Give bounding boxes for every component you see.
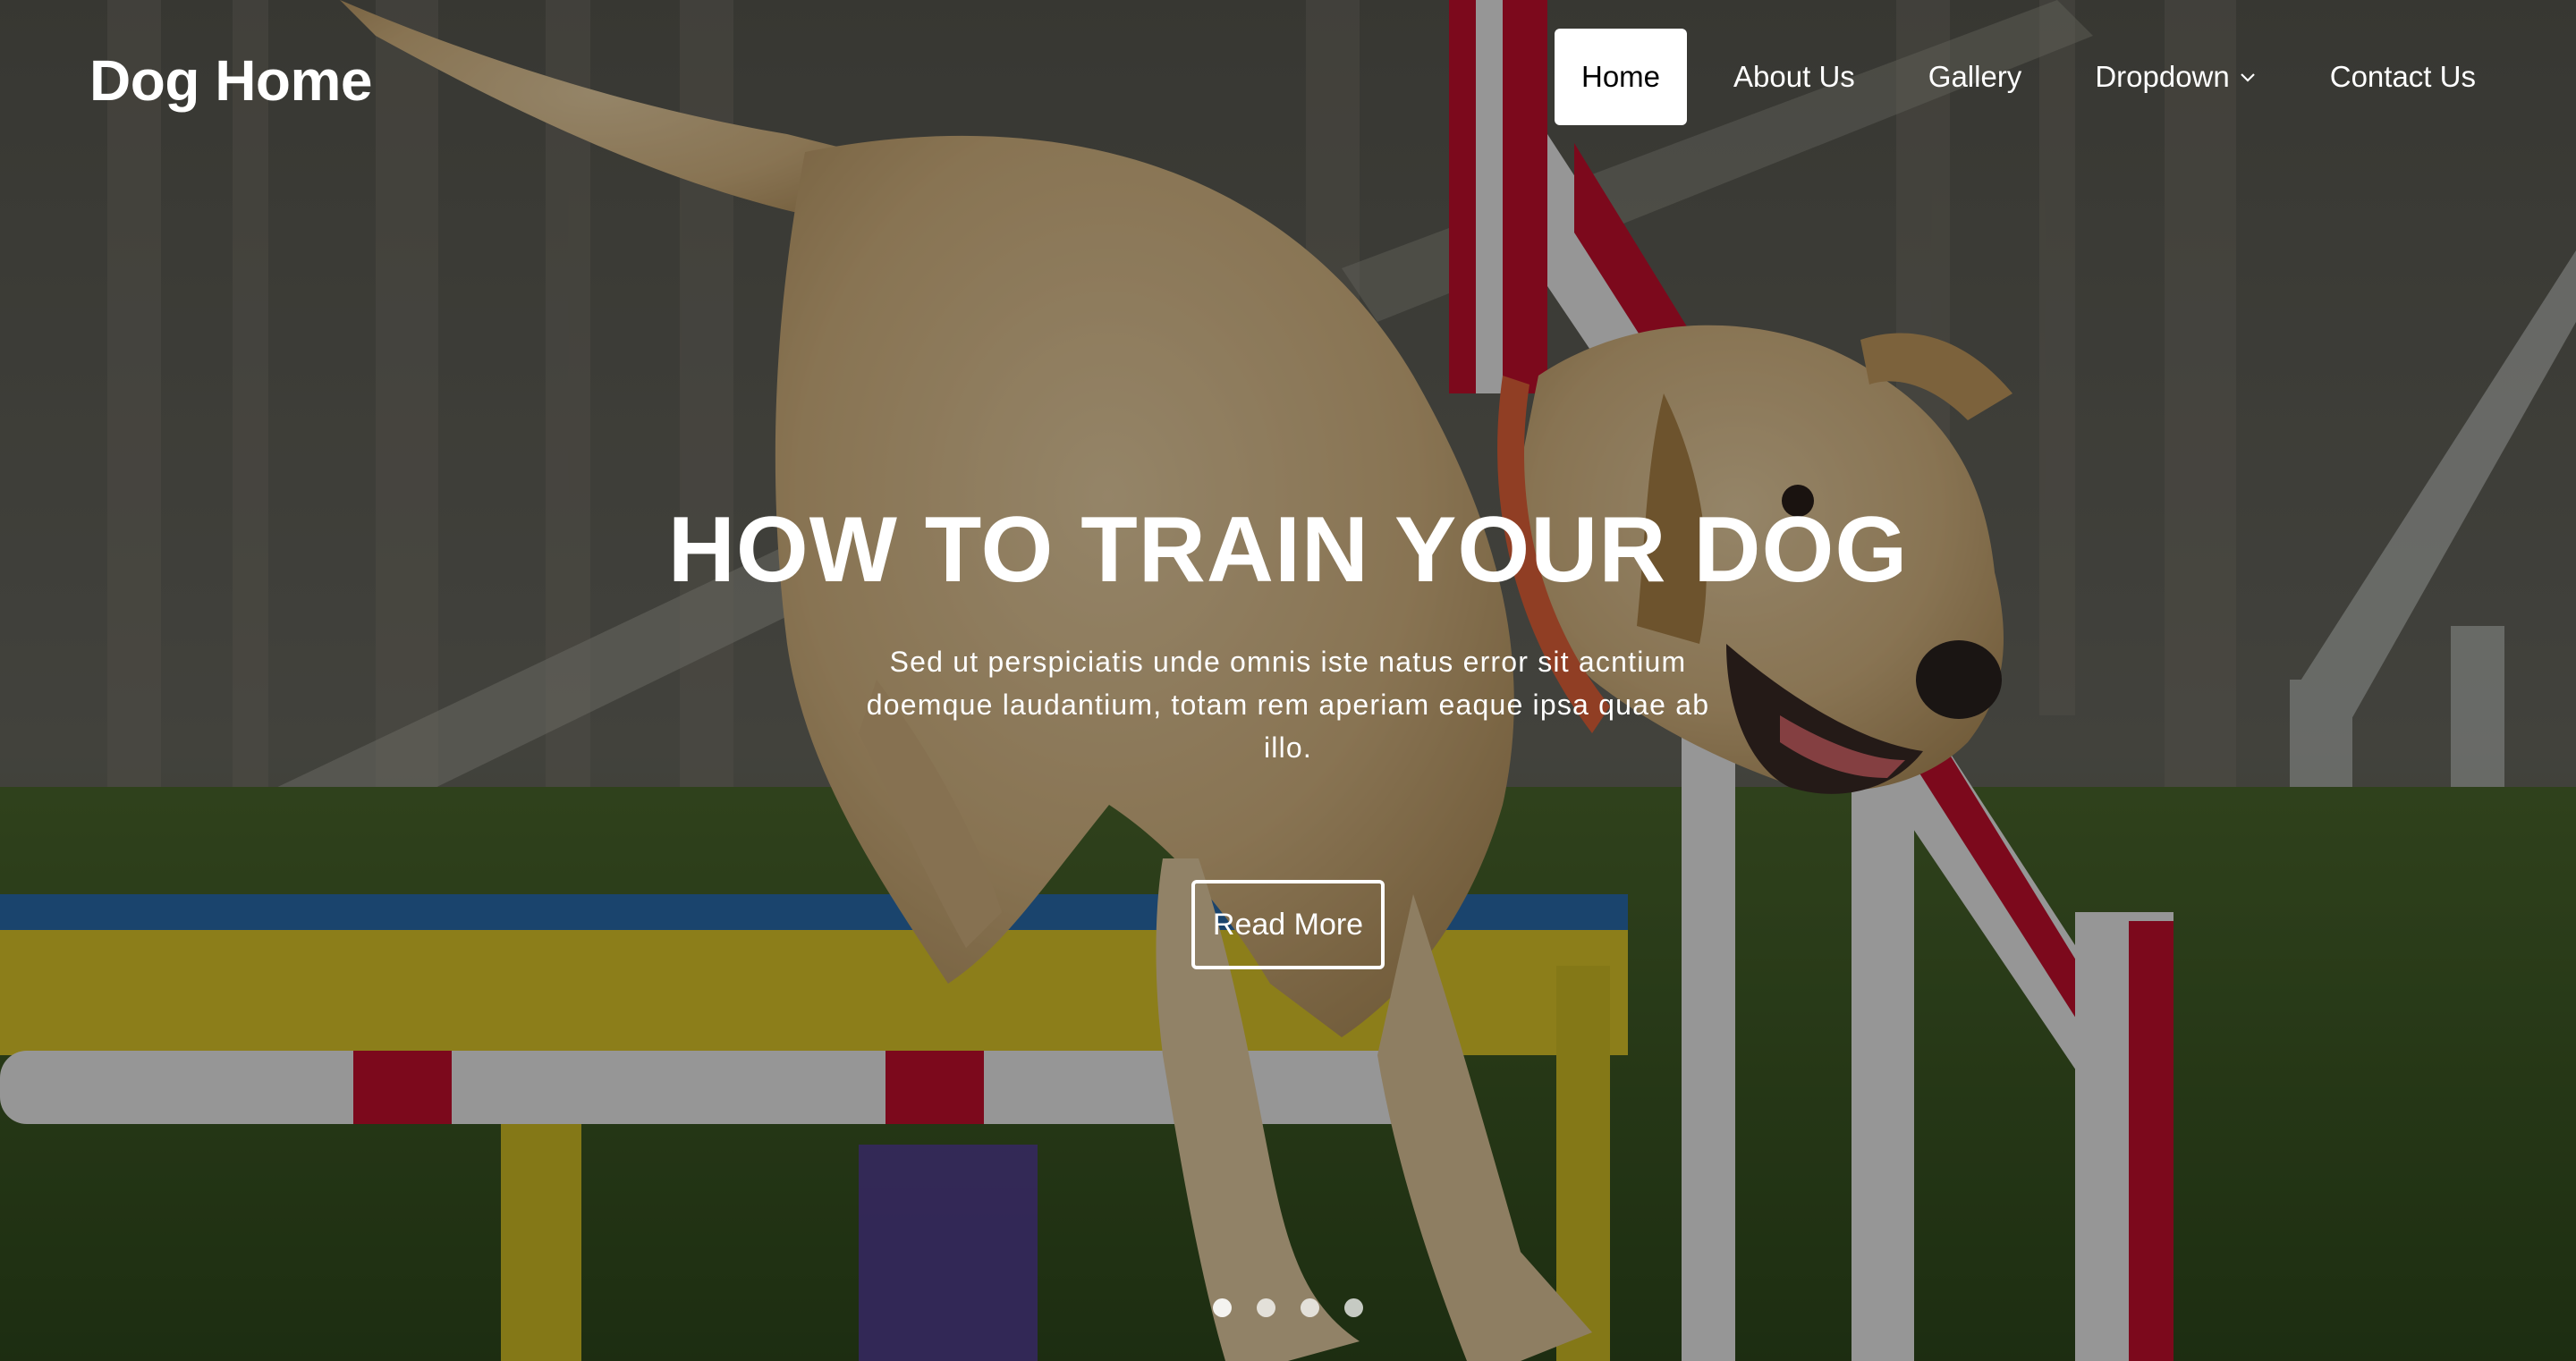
hero-description: Sed ut perspiciatis unde omnis iste natu… — [866, 646, 1710, 764]
carousel-dot-2[interactable] — [1257, 1298, 1275, 1317]
hero-title: HOW TO TRAIN YOUR DOG — [667, 498, 1909, 602]
nav-item-home[interactable]: Home — [1555, 29, 1688, 125]
nav-item-label: Contact Us — [2329, 60, 2476, 93]
read-more-button[interactable]: Read More — [1191, 880, 1385, 969]
nav-item-label: About Us — [1733, 60, 1855, 93]
site-logo[interactable]: Dog Home — [89, 45, 373, 116]
main-nav: Home About Us Gallery Dropdown Contact U… — [1555, 29, 2503, 125]
chevron-down-icon — [2240, 73, 2255, 82]
carousel-dot-1[interactable] — [1213, 1298, 1232, 1317]
nav-item-dropdown[interactable]: Dropdown — [2068, 29, 2283, 125]
nav-item-label: Home — [1581, 60, 1661, 93]
nav-item-label: Gallery — [1928, 60, 2022, 93]
carousel-dot-4[interactable] — [1344, 1298, 1363, 1317]
nav-item-label: Dropdown — [2095, 60, 2230, 93]
carousel-indicators — [1213, 1298, 1388, 1317]
hero-content: HOW TO TRAIN YOUR DOG Sed ut perspiciati… — [572, 483, 2004, 969]
nav-item-contact-us[interactable]: Contact Us — [2303, 29, 2503, 125]
site-header: Dog Home Home About Us Gallery Dropdown … — [0, 0, 2576, 152]
nav-item-about-us[interactable]: About Us — [1707, 29, 1882, 125]
carousel-dot-3[interactable] — [1301, 1298, 1319, 1317]
nav-item-gallery[interactable]: Gallery — [1902, 29, 2049, 125]
